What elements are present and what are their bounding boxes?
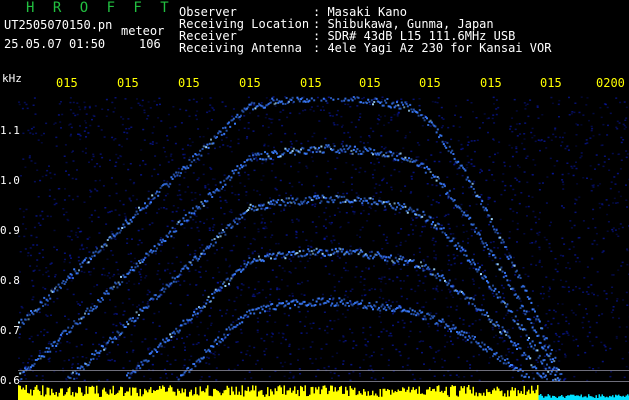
time-tick-label: 015 [419, 76, 441, 90]
y-label: 0.7 [0, 324, 20, 337]
count-value: 106 [139, 37, 161, 51]
y-label: 1.1 [0, 124, 20, 137]
time-tick-label: 015 [117, 76, 139, 90]
time-tick-label: 015 [359, 76, 381, 90]
datetime: 25.05.07 01:50 [4, 37, 106, 51]
spectrogram-panel [18, 96, 629, 400]
y-label: 0.6 [0, 374, 20, 387]
time-axis: 015 015 015 015 015 015 015 015 015 0200 [0, 76, 629, 96]
app-title: H R O F F T [26, 0, 174, 16]
file-suffix: meteor [121, 24, 165, 38]
time-tick-label: 015 [56, 76, 78, 90]
file-name: UT2505070150.pn [4, 18, 113, 32]
spectrogram [18, 96, 629, 400]
y-label: 1.0 [0, 174, 20, 187]
info-antenna: Receiving Antenna: 4ele Yagi Az 230 for … [179, 41, 552, 55]
time-tick-label: 015 [300, 76, 322, 90]
header-panel: H R O F F T UT2505070150.pn meteor 25.05… [0, 0, 629, 74]
time-tick-label: 015 [480, 76, 502, 90]
y-label: 0.9 [0, 224, 20, 237]
time-tick-label: 015 [178, 76, 200, 90]
time-tick-label: 015 [239, 76, 261, 90]
y-label: 0.8 [0, 274, 20, 287]
time-tick-label: 0200 [596, 76, 625, 90]
time-tick-label: 015 [540, 76, 562, 90]
